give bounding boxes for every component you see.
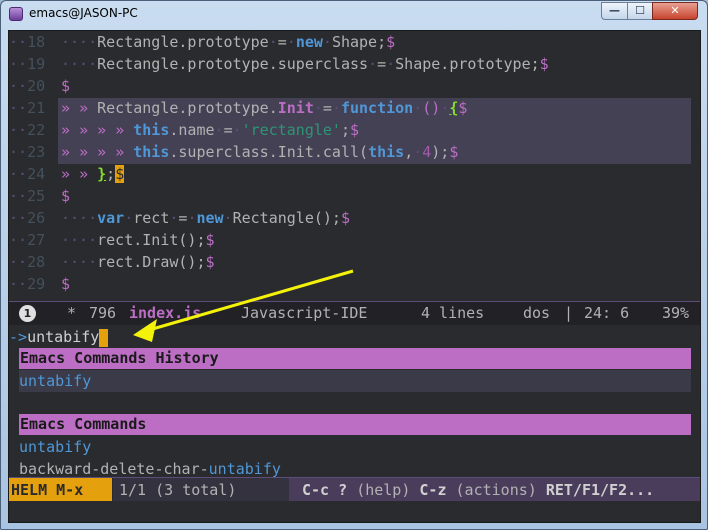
code-line-18[interactable]: ··18 ····Rectangle.prototype·=·new·Shape… [9,31,700,53]
point-cursor: $ [115,165,125,183]
code-text: » » Rectangle.prototype.Init·=·function·… [61,99,468,117]
code-text: $ [61,77,71,95]
line-number: ··26 [9,209,46,227]
emacs-frame[interactable]: ··18 ····Rectangle.prototype·=·new·Shape… [8,30,701,523]
code-line-29[interactable]: ··29 $ [9,273,700,295]
buffer-name[interactable]: index.js [129,302,201,324]
echo-area [9,501,700,522]
code-line-20[interactable]: ··20 $ [9,75,700,97]
code-line-25[interactable]: ··25 $ [9,185,700,207]
text-cursor [99,328,109,347]
eol-type: dos [523,304,551,322]
code-text: $ [61,275,71,293]
line-number: ··24 [9,165,46,183]
line-number: ··28 [9,253,46,271]
close-button[interactable]: ✕ [652,2,698,20]
code-line-26[interactable]: ··26 ····var·rect·=·new·Rectangle();$ [9,207,700,229]
major-mode[interactable]: Javascript-IDE [241,302,367,324]
line-number: ··27 [9,231,46,249]
maximize-button[interactable]: ☐ [627,2,653,20]
line-number: ··19 [9,55,46,73]
buffer-size: 796 [89,304,117,322]
code-text: ····rect.Init();$ [61,231,215,249]
code-line-22[interactable]: ··22 » » » » this.name·=·'rectangle';$ [9,119,700,141]
line-number: ··29 [9,275,46,293]
code-text: ····Rectangle.prototype.superclass·=·Sha… [61,55,549,73]
line-number: ··20 [9,77,46,95]
cursor-position: 24: 6 [584,304,630,322]
line-number: ··25 [9,187,46,205]
minibuffer-text: ->untabify [9,326,109,348]
emacs-app-icon [9,7,23,21]
helm-candidate[interactable]: untabify [19,436,691,458]
line-number: ··21 [9,99,46,117]
code-line-23[interactable]: ··23 » » » » this.superclass.Init.call(t… [9,141,700,163]
minibuffer-input: untabify [27,328,100,346]
code-line-28[interactable]: ··28 ····rect.Draw();$ [9,251,700,273]
minimize-button[interactable]: — [601,2,628,20]
code-text: » » };$ [61,165,125,183]
code-text: ····rect.Draw();$ [61,253,215,271]
title-bar[interactable]: emacs@JASON-PC — ☐ ✕ [1,1,707,27]
helm-candidate-selected[interactable]: untabify [19,370,691,392]
helm-candidate-count: 1/1 (3 total) [113,478,289,501]
code-line-19[interactable]: ··19 ····Rectangle.prototype.superclass·… [9,53,700,75]
line-number: ··18 [9,33,46,51]
code-text: ····Rectangle.prototype·=·new·Shape;$ [61,33,396,51]
helm-section-history: Emacs Commands History [19,348,691,369]
code-text: ····var·rect·=·new·Rectangle();$ [61,209,350,227]
code-text: » » » » this.name·=·'rectangle';$ [61,121,360,139]
window-number-badge: 1 [19,305,36,322]
code-line-27[interactable]: ··27 ····rect.Init();$ [9,229,700,251]
prompt-arrow: -> [9,328,28,346]
helm-section-commands: Emacs Commands [19,414,691,435]
modified-flag: * [67,304,77,322]
separator: | [564,304,574,322]
helm-mode-line: HELM M-x 1/1 (3 total) C-c ? (help) C-z … [9,477,700,501]
helm-source-name: HELM M-x [9,478,113,501]
line-number: ··23 [9,143,46,161]
helm-key-hints: C-c ? (help) C-z (actions) RET/F1/F2... [302,481,655,499]
buffer-percent: 39% [662,304,690,322]
code-line-21[interactable]: ··21 » » Rectangle.prototype.Init·=·func… [9,97,700,119]
code-text: » » » » this.superclass.Init.call(this,·… [61,143,459,161]
code-line-24[interactable]: ··24 » » };$ [9,163,700,185]
minibuffer[interactable]: ->untabify [9,326,700,348]
selection-lines: 4 lines [421,304,485,322]
mode-line[interactable]: 1 * 796 index.js Javascript-IDE 4 lines … [9,301,700,325]
emacs-window: emacs@JASON-PC — ☐ ✕ ··18 ····Rectangle.… [0,0,708,530]
line-number: ··22 [9,121,46,139]
code-text: $ [61,187,71,205]
window-title: emacs@JASON-PC [29,6,138,20]
